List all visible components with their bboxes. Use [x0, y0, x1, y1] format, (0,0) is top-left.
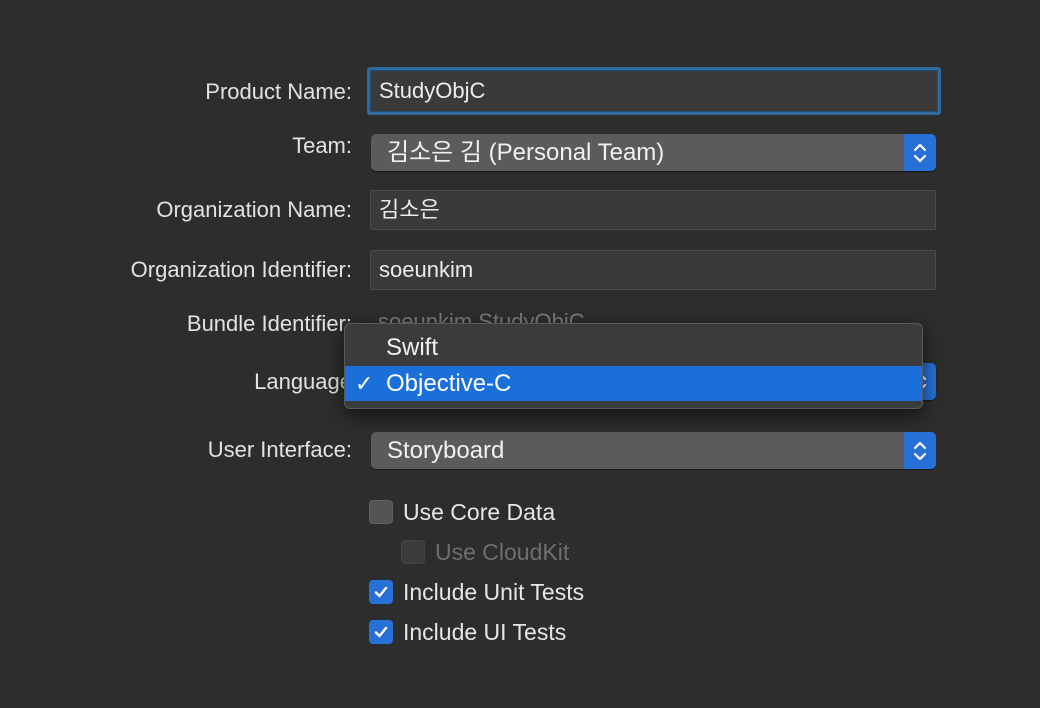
checkbox-label: Include Unit Tests: [403, 578, 585, 605]
organization-name-field[interactable]: 김소은: [370, 190, 936, 230]
language-label: Language: [254, 369, 352, 394]
user-interface-popup[interactable]: Storyboard: [371, 432, 936, 469]
language-option-label: Objective-C: [386, 370, 512, 397]
checkbox-box: [401, 540, 425, 564]
checkmark-icon: ✓: [355, 371, 374, 396]
language-option-label: Swift: [386, 334, 439, 361]
product-name-label: Product Name:: [205, 79, 352, 104]
organization-name-label: Organization Name:: [156, 197, 352, 222]
checkbox-label: Include UI Tests: [403, 618, 567, 645]
use-cloudkit-checkbox: Use CloudKit: [401, 537, 569, 567]
language-option-objective-c[interactable]: ✓ Objective-C: [345, 366, 922, 401]
checkbox-label: Use Core Data: [403, 498, 556, 525]
include-ui-tests-checkbox[interactable]: Include UI Tests: [369, 617, 566, 647]
user-interface-label: User Interface:: [207, 437, 352, 462]
language-menu[interactable]: Swift ✓ Objective-C: [344, 323, 923, 409]
chevron-up-down-icon: [904, 432, 936, 469]
checkbox-box[interactable]: [369, 500, 393, 524]
organization-identifier-label: Organization Identifier:: [130, 257, 352, 282]
checkmark-icon[interactable]: [369, 620, 393, 644]
use-core-data-checkbox[interactable]: Use Core Data: [369, 497, 555, 527]
product-name-field[interactable]: StudyObjC: [367, 67, 941, 115]
organization-identifier-field[interactable]: soeunkim: [370, 250, 936, 290]
team-popup[interactable]: 김소은 김 (Personal Team): [371, 134, 936, 171]
checkbox-label: Use CloudKit: [435, 538, 570, 565]
include-unit-tests-checkbox[interactable]: Include Unit Tests: [369, 577, 584, 607]
language-option-swift[interactable]: Swift: [345, 330, 922, 365]
bundle-identifier-label: Bundle Identifier:: [186, 311, 352, 336]
chevron-up-down-icon: [904, 134, 936, 171]
checkmark-icon[interactable]: [369, 580, 393, 604]
team-popup-value: 김소은 김 (Personal Team): [387, 139, 665, 166]
team-label: Team:: [292, 133, 352, 158]
user-interface-popup-value: Storyboard: [387, 437, 505, 464]
